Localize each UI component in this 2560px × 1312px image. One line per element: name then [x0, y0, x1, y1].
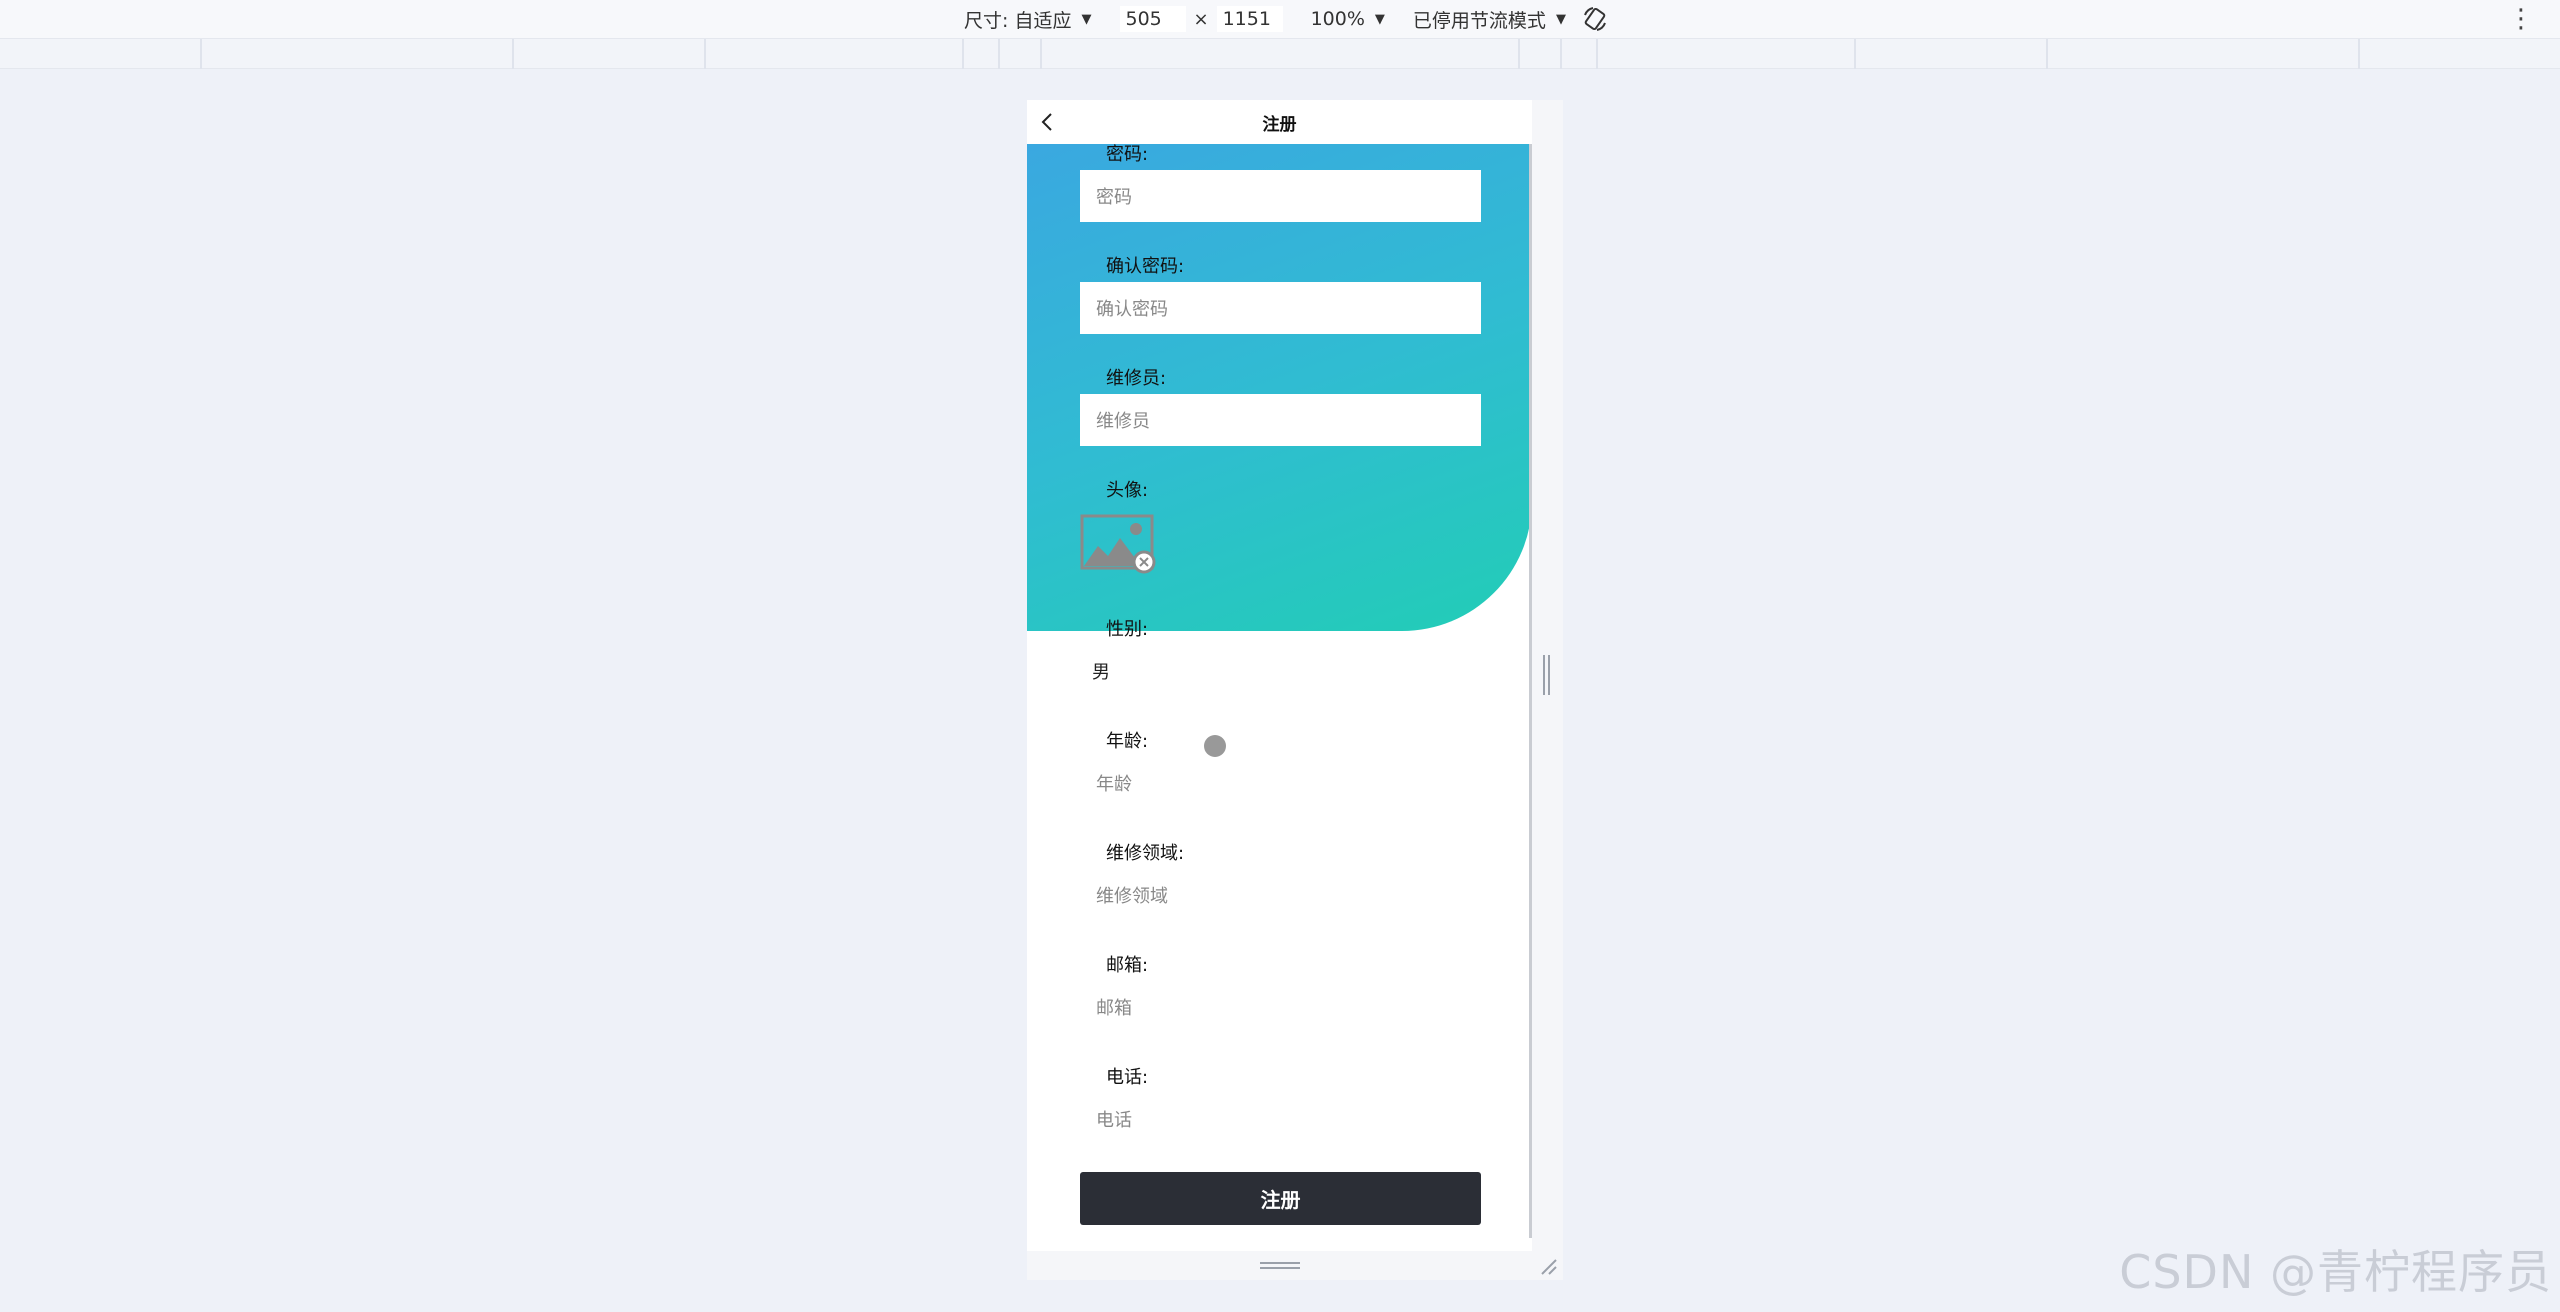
- watermark: CSDN @青柠程序员: [2119, 1245, 2552, 1299]
- chevron-left-icon[interactable]: [1035, 110, 1059, 134]
- image-placeholder-icon[interactable]: [1080, 514, 1158, 576]
- zoom-value: 100%: [1310, 8, 1365, 30]
- device-width-input[interactable]: [1119, 6, 1186, 32]
- caret-down-icon: ▼: [1081, 11, 1092, 27]
- email-placeholder: 邮箱: [1096, 998, 1132, 1019]
- more-vertical-icon[interactable]: ⋮: [2508, 4, 2534, 34]
- age-input[interactable]: 年龄: [1080, 757, 1481, 809]
- nav-bar: 注册: [1027, 100, 1532, 144]
- zoom-select[interactable]: 100% ▼: [1311, 8, 1385, 30]
- repair-field-input[interactable]: 维修领域: [1080, 869, 1481, 921]
- repair-field-placeholder: 维修领域: [1096, 886, 1168, 907]
- page-title: 注册: [1262, 114, 1297, 135]
- dimensions-label: 尺寸: 自适应: [964, 9, 1072, 32]
- repairman-input[interactable]: 维修员: [1080, 394, 1481, 446]
- resize-handle-right[interactable]: [1542, 655, 1550, 695]
- confirm-password-input[interactable]: 确认密码: [1080, 282, 1481, 334]
- caret-down-icon: ▼: [1374, 11, 1385, 27]
- gender-select[interactable]: 男: [1092, 658, 1110, 684]
- phone-placeholder: 电话: [1096, 1110, 1132, 1131]
- age-placeholder: 年龄: [1096, 774, 1132, 795]
- register-button[interactable]: 注册: [1080, 1172, 1481, 1225]
- touch-cursor: [1204, 735, 1226, 757]
- repairman-label: 维修员:: [1106, 368, 1167, 389]
- device-toolbar: 尺寸: 自适应 ▼ × 100% ▼ 已停用节流模式 ▼ ⋮: [0, 0, 2560, 39]
- repairman-placeholder: 维修员: [1096, 411, 1150, 432]
- phone-input[interactable]: 电话: [1080, 1093, 1481, 1145]
- caret-down-icon: ▼: [1555, 11, 1566, 27]
- device-height-input[interactable]: [1216, 6, 1283, 32]
- phone-label: 电话:: [1106, 1067, 1149, 1088]
- confirm-password-label: 确认密码:: [1106, 256, 1185, 277]
- email-input[interactable]: 邮箱: [1080, 981, 1481, 1033]
- throttle-label: 已停用节流模式: [1412, 9, 1546, 32]
- email-label: 邮箱:: [1106, 955, 1149, 976]
- throttle-select[interactable]: 已停用节流模式 ▼: [1413, 6, 1566, 33]
- avatar-label: 头像:: [1106, 480, 1149, 501]
- password-placeholder: 密码: [1096, 187, 1132, 208]
- device-viewport: 注册 密码: 密码 确认密码: 确认密码 维修员: 维修员 头像: 性别: 男 …: [1027, 100, 1532, 1251]
- dimension-separator: ×: [1193, 8, 1209, 30]
- media-query-ruler: [0, 39, 2560, 69]
- password-input[interactable]: 密码: [1080, 170, 1481, 222]
- gender-label: 性别:: [1106, 619, 1149, 640]
- resize-handle-bottom[interactable]: [1260, 1262, 1300, 1270]
- scrollbar[interactable]: [1529, 144, 1532, 1238]
- resize-corner-icon[interactable]: [1538, 1256, 1558, 1276]
- confirm-password-placeholder: 确认密码: [1096, 299, 1168, 320]
- dimensions-select[interactable]: 尺寸: 自适应 ▼: [964, 6, 1091, 33]
- repair-field-label: 维修领域:: [1106, 843, 1185, 864]
- device-frame: 注册 密码: 密码 确认密码: 确认密码 维修员: 维修员 头像: 性别: 男 …: [1027, 100, 1563, 1280]
- rotate-icon[interactable]: [1580, 4, 1610, 34]
- age-label: 年龄:: [1106, 731, 1149, 752]
